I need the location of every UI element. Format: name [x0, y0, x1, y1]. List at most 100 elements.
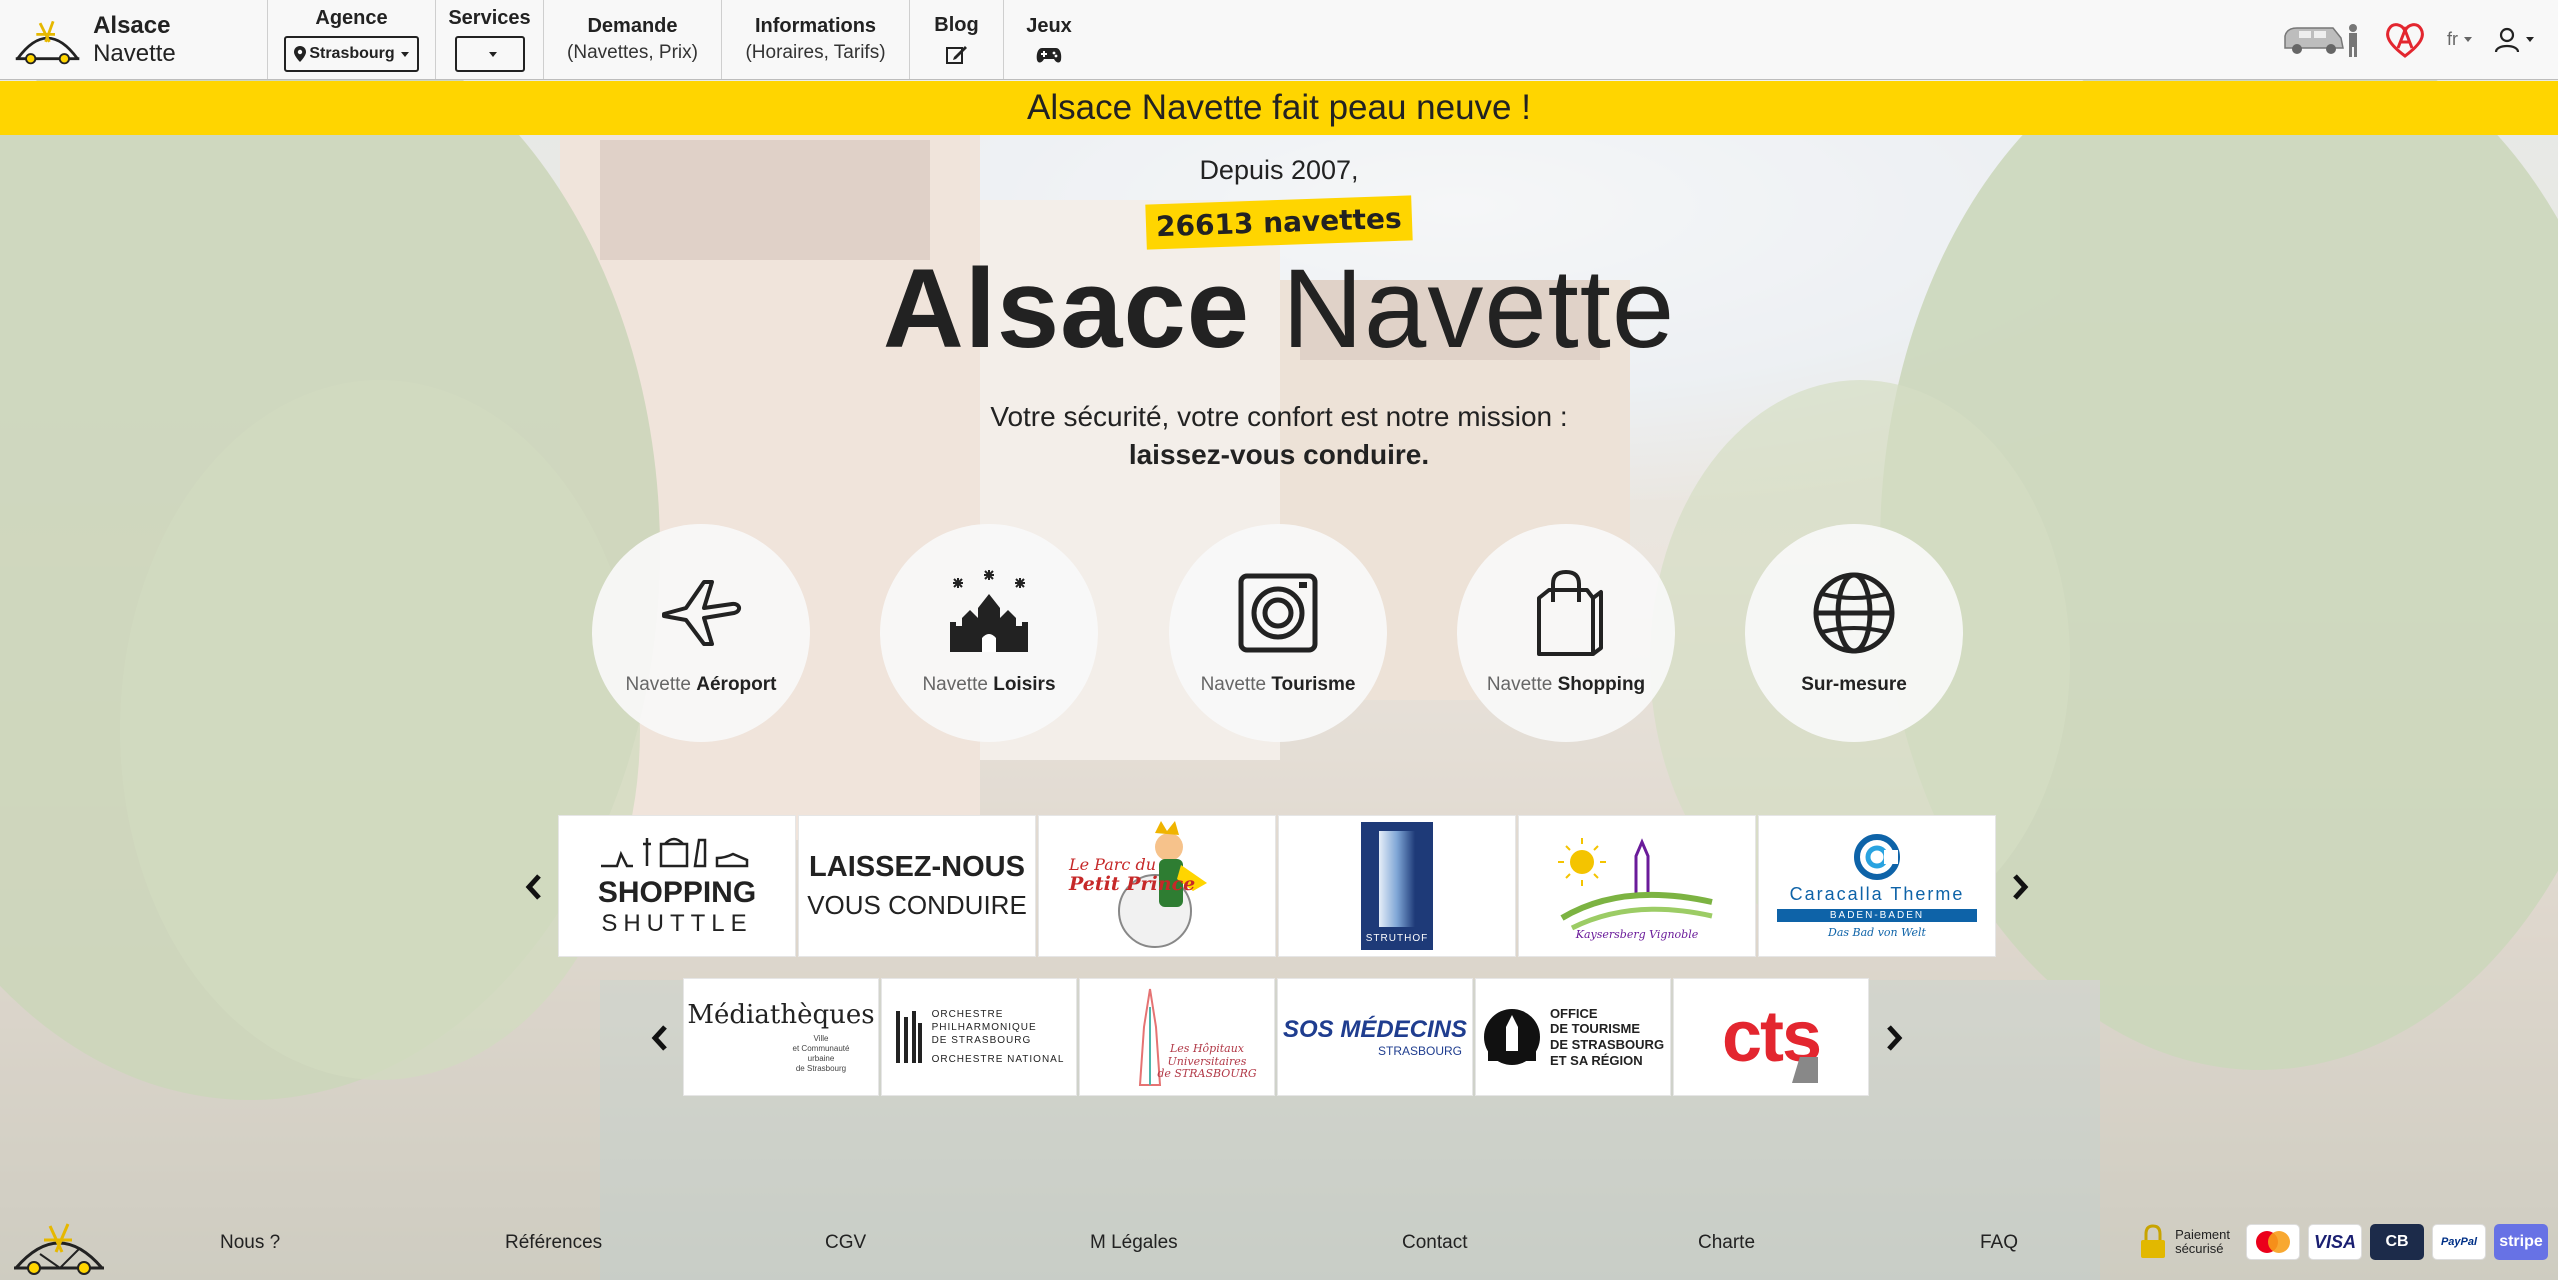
padlock-icon [2141, 1224, 2166, 1258]
partner-cts[interactable]: CTS [1673, 978, 1869, 1096]
orchestre-text: ORCHESTRE PHILHARMONIQUE DE STRASBOURG O… [931, 1009, 1065, 1065]
chevron-down-icon [2464, 37, 2472, 42]
brand-logo-icon [15, 20, 80, 64]
partner-hopitaux[interactable]: Les Hôpitaux Universitaires de STRASBOUR… [1079, 978, 1275, 1096]
van-person-icon[interactable] [2283, 22, 2363, 58]
service-aeroport-label: Navette Aéroport [625, 674, 777, 695]
mastercard-logo [2246, 1224, 2300, 1260]
airplane-icon [662, 580, 741, 646]
carousel2-next-button[interactable] [1882, 1023, 1906, 1053]
mediatheques-sub: Ville et Communauté urbaine de Strasbour… [792, 1034, 850, 1073]
footer: Nous ? Références CGV M Légales Contact … [0, 1210, 2558, 1280]
kaysersberg-logo [1558, 837, 1713, 930]
nav-blog[interactable]: Blog [910, 0, 1004, 79]
partner-sos-medecins[interactable]: SOS MÉDECINS STRASBOURG [1277, 978, 1473, 1096]
struthof-logo: STRUTHOF [1361, 822, 1433, 950]
partner-orchestre[interactable]: ORCHESTRE PHILHARMONIQUE DE STRASBOURG O… [881, 978, 1077, 1096]
nav-demande-sub: (Navettes, Prix) [567, 42, 698, 63]
service-aeroport[interactable]: Navette Aéroport [592, 524, 810, 742]
mediatheques-title: Médiathèques [687, 1000, 875, 1030]
service-loisirs[interactable]: Navette Loisirs [880, 524, 1098, 742]
visa-logo: VISA [2308, 1224, 2362, 1260]
partner-kaysersberg[interactable]: Kaysersberg Vignoble [1518, 815, 1756, 957]
nav-services-title: Services [448, 7, 531, 29]
service-shopping[interactable]: Navette Shopping [1457, 524, 1675, 742]
announcement-text: Alsace Navette fait peau neuve ! [1027, 88, 1531, 127]
service-sur-mesure[interactable]: Sur-mesure [1745, 524, 1963, 742]
footer-links: Nous ? Références CGV M Légales Contact … [220, 1232, 2020, 1262]
partner-struthof[interactable]: STRUTHOF [1278, 815, 1516, 957]
partner-laissez-nous[interactable]: LAISSEZ-NOUS VOUS CONDUIRE [798, 815, 1036, 957]
mastercard-icon [2256, 1231, 2290, 1253]
caracalla-logo-icon [1854, 833, 1900, 880]
nav-jeux[interactable]: Jeux [1004, 0, 1094, 79]
struthof-text: STRUTHOF [1365, 933, 1429, 944]
shopping-bag-icon [1537, 569, 1603, 656]
partner-caracalla[interactable]: Caracalla Therme BADEN-BADEN Das Bad von… [1758, 815, 1996, 957]
partner-office-tourisme[interactable]: OFFICE DE TOURISME DE STRASBOURG ET SA R… [1475, 978, 1671, 1096]
footer-link-faq[interactable]: FAQ [1980, 1232, 2018, 1254]
payment-methods: Paiement sécurisé VISA CB PayPal stripe [2139, 1224, 2548, 1260]
services-select[interactable] [454, 36, 525, 72]
partner-mediatheques[interactable]: Médiathèques Ville et Communauté urbaine… [683, 978, 879, 1096]
camera-icon [1238, 573, 1318, 653]
nav-right-tools: fr [2283, 0, 2558, 79]
secure-payment-text: Paiement sécurisé [2175, 1226, 2230, 1256]
alsace-heart-icon[interactable] [2385, 22, 2425, 58]
chevron-down-icon [488, 51, 497, 57]
agence-select-value: Strasbourg [309, 45, 395, 62]
chevron-down-icon [400, 51, 409, 57]
hero-since: Depuis 2007, [1199, 155, 1359, 185]
service-links: Navette Aéroport Navette Loisirs Navette… [0, 524, 2558, 744]
footer-link-cgv[interactable]: CGV [825, 1232, 866, 1254]
service-tourisme[interactable]: Navette Tourisme [1169, 524, 1387, 742]
office-tourisme-logo-icon [1483, 1009, 1540, 1065]
footer-link-charte[interactable]: Charte [1698, 1232, 1755, 1254]
nav-services: Services [436, 0, 544, 79]
partner-parc-petit-prince[interactable]: Le Parc du Petit Prince [1038, 815, 1276, 957]
chevron-right-icon [1887, 1025, 1903, 1051]
carousel1-next-button[interactable] [2008, 872, 2032, 902]
paypal-logo: PayPal [2432, 1224, 2486, 1260]
service-sur-mesure-label: Sur-mesure [1801, 674, 1907, 695]
sos-line2: STRASBOURG [1377, 1044, 1462, 1058]
chevron-right-icon [2013, 874, 2029, 900]
hero-tagline: Votre sécurité, votre confort est notre … [990, 401, 1568, 432]
footer-link-mentions-legales[interactable]: M Légales [1090, 1232, 1178, 1254]
agence-select[interactable]: Strasbourg [284, 36, 419, 72]
service-shopping-label: Navette Shopping [1486, 674, 1646, 695]
sos-line1: SOS MÉDECINS [1282, 1016, 1468, 1043]
orchestre-logo-icon [895, 1011, 922, 1063]
language-select[interactable]: fr [2447, 29, 2472, 50]
carousel2-prev-button[interactable] [648, 1023, 672, 1053]
caracalla-line2: BADEN-BADEN [1777, 908, 1977, 922]
account-menu[interactable] [2494, 27, 2534, 53]
brand-home-link[interactable]: Alsace Navette [0, 0, 268, 79]
laissez-line1: LAISSEZ-NOUS [809, 851, 1025, 883]
carousel1-prev-button[interactable] [522, 872, 546, 902]
nav-informations[interactable]: Informations (Horaires, Tarifs) [722, 0, 910, 79]
cb-logo: CB [2370, 1224, 2424, 1260]
footer-link-nous[interactable]: Nous ? [220, 1232, 280, 1254]
partner-shopping-shuttle[interactable]: SHOPPING SHUTTLE [558, 815, 796, 957]
stripe-logo: stripe [2494, 1224, 2548, 1260]
nav-informations-sub: (Horaires, Tarifs) [745, 42, 886, 63]
chevron-down-icon [2526, 37, 2534, 42]
nav-informations-title: Informations [754, 15, 877, 37]
footer-link-contact[interactable]: Contact [1402, 1232, 1467, 1254]
nav-agence: Agence Strasbourg [268, 0, 436, 79]
globe-icon [1813, 572, 1895, 654]
nav-demande-title: Demande [587, 15, 678, 37]
petit-prince-text: Le Parc du Petit Prince [1069, 855, 1196, 895]
footer-logo-icon[interactable] [10, 1214, 108, 1276]
shopping-shuttle-line2: SHUTTLE [601, 910, 753, 937]
announcement-banner[interactable]: Alsace Navette fait peau neuve ! [0, 81, 2558, 135]
nav-agence-title: Agence [315, 7, 388, 29]
nav-demande[interactable]: Demande (Navettes, Prix) [544, 0, 722, 79]
laissez-line2: VOUS CONDUIRE [807, 890, 1027, 920]
nav-jeux-title: Jeux [1026, 15, 1072, 37]
shopping-shuttle-line1: SHOPPING [597, 876, 757, 909]
footer-link-references[interactable]: Références [505, 1232, 602, 1254]
hero-section: Depuis 2007, 26613 navettes Alsace Navet… [0, 135, 2558, 471]
hopitaux-text: Les Hôpitaux Universitaires de STRASBOUR… [1157, 1042, 1257, 1081]
